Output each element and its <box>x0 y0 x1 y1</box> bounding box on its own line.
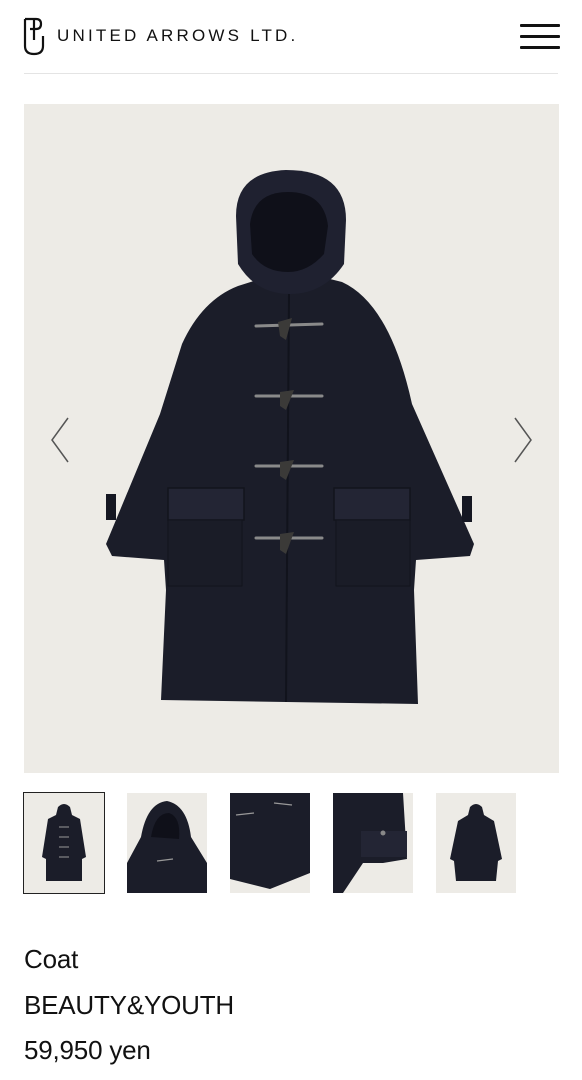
product-brand[interactable]: BEAUTY&YOUTH <box>24 990 234 1020</box>
site-header: UNITED ARROWS LTD. <box>0 0 582 74</box>
product-main-image[interactable] <box>24 104 559 773</box>
thumbnail-strip <box>23 792 559 895</box>
coat-image <box>106 170 474 704</box>
logo-text: UNITED ARROWS LTD. <box>57 26 299 45</box>
chevron-left-icon[interactable] <box>46 414 76 466</box>
thumbnail-image <box>450 804 502 881</box>
thumbnail-1[interactable] <box>23 792 105 894</box>
thumbnail-image <box>333 793 407 893</box>
thumbnail-image <box>42 804 86 881</box>
thumbnail-5[interactable] <box>436 793 516 893</box>
product-price: 59,950 yen <box>24 1035 151 1065</box>
thumbnail-image <box>127 801 207 893</box>
site-logo[interactable]: UNITED ARROWS LTD. <box>22 16 298 56</box>
thumbnail-4[interactable] <box>333 793 413 893</box>
hamburger-menu-icon[interactable] <box>520 24 560 50</box>
chevron-right-icon[interactable] <box>507 414 537 466</box>
thumbnail-2[interactable] <box>127 793 207 893</box>
header-divider <box>24 73 558 74</box>
thumbnail-image <box>230 793 310 889</box>
thumbnail-3[interactable] <box>230 793 310 893</box>
product-name: Coat <box>24 944 79 974</box>
ua-monogram-icon <box>23 17 45 56</box>
